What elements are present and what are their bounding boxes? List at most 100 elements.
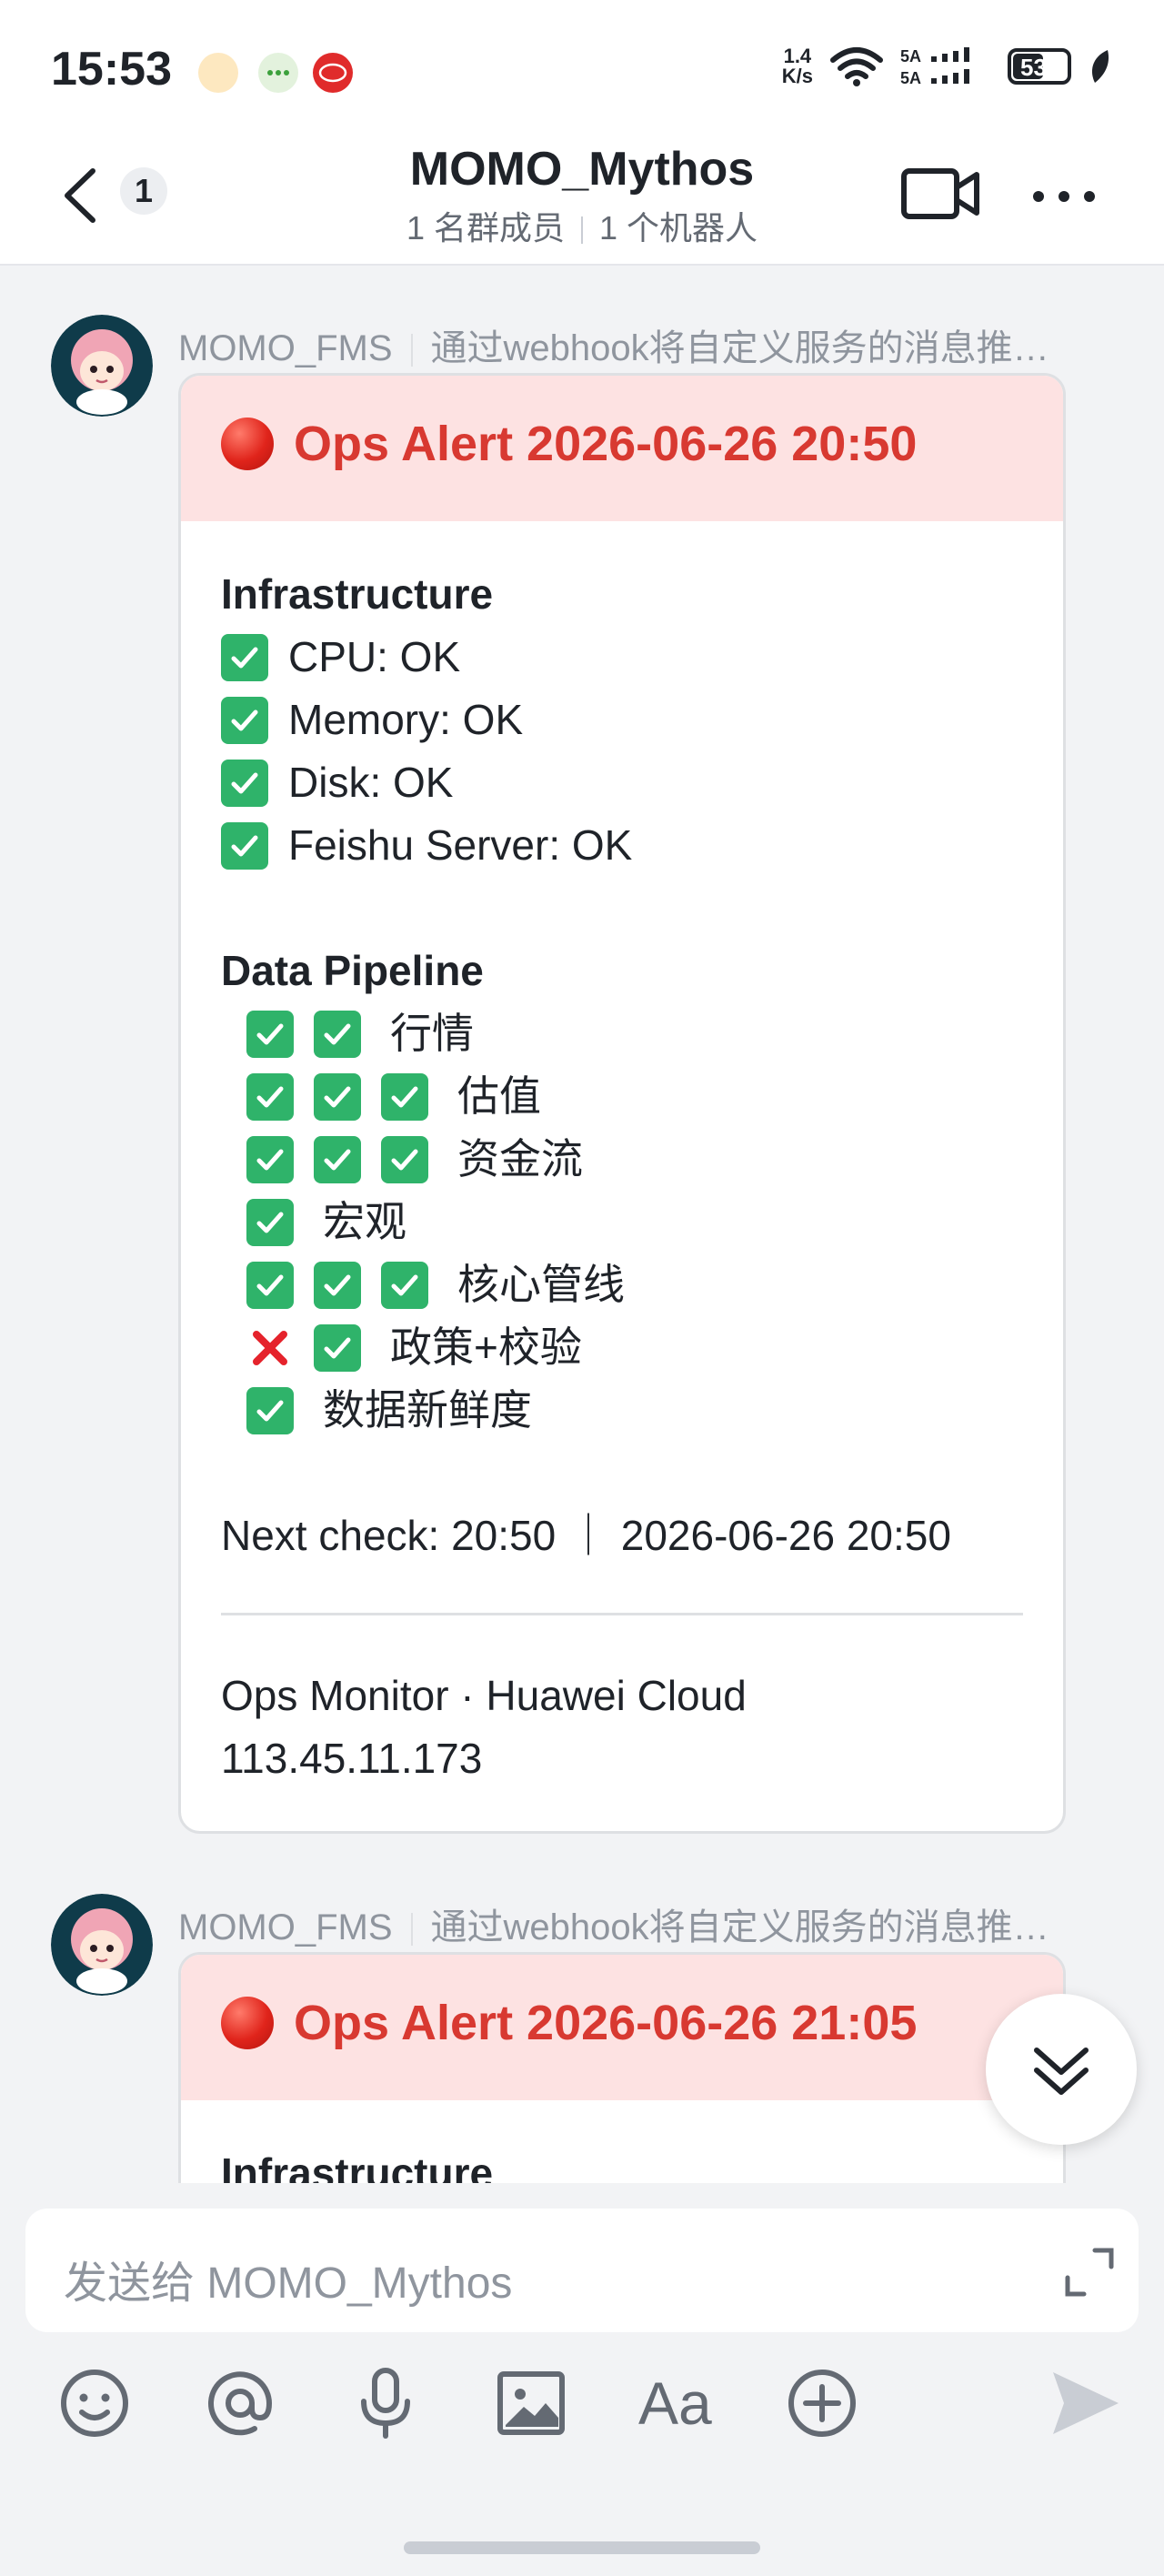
- alert-title: Ops Alert 2026-06-26 21:05: [221, 1995, 917, 2051]
- chat-title[interactable]: MOMO_Mythos: [0, 142, 1164, 196]
- pipeline-item: 数据新鲜度: [221, 1379, 1023, 1442]
- double-chevron-down-icon: [1034, 2048, 1089, 2095]
- pipeline-item-label: 核心管线: [457, 1261, 625, 1308]
- data-pipeline-heading: Data Pipeline: [221, 947, 484, 994]
- status-time: 15:53: [51, 43, 172, 96]
- signal-icon: 5A 5A: [900, 47, 969, 87]
- video-call-button[interactable]: [900, 162, 982, 226]
- infrastructure-item: CPU: OK: [221, 626, 1023, 689]
- status-bar: 15:53 1.4 K/s 5A 5A 53: [0, 0, 1164, 136]
- infrastructure-heading: Infrastructure: [221, 570, 494, 618]
- infrastructure-item-label: Memory: OK: [288, 696, 524, 743]
- plus-circle-icon[interactable]: [784, 2365, 860, 2441]
- pipeline-item-label: 行情: [390, 1010, 474, 1057]
- check-mark-icon: [314, 1010, 361, 1058]
- sender-name[interactable]: MOMO_FMS: [178, 1907, 393, 1947]
- member-count: 1 名群成员: [406, 209, 565, 247]
- check-mark-icon: [221, 696, 268, 744]
- bot-count: 1 个机器人: [599, 209, 758, 247]
- check-mark-icon: [221, 821, 268, 870]
- check-mark-icon: [381, 1135, 428, 1183]
- message-input-placeholder: 发送给 MOMO_Mythos: [64, 2259, 513, 2308]
- network-speed: 1.4 K/s: [781, 45, 813, 87]
- check-mark-icon: [381, 1261, 428, 1309]
- check-mark-icon: [246, 1198, 294, 1246]
- sender-description: 通过webhook将自定义服务的消息推…: [430, 1907, 1049, 1947]
- pipeline-list: 行情估值资金流宏观核心管线政策+校验数据新鲜度: [221, 1002, 1023, 1442]
- pipeline-item: 资金流: [221, 1128, 1023, 1191]
- alert-title: Ops Alert 2026-06-26 20:50: [221, 416, 917, 472]
- sender-line: MOMO_FMS 通过webhook将自定义服务的消息推…: [178, 1897, 1106, 1950]
- alert-title-text: Ops Alert 2026-06-26 20:50: [294, 417, 918, 471]
- cross-mark-icon: [246, 1324, 294, 1372]
- check-mark-icon: [246, 1010, 294, 1058]
- send-icon[interactable]: [1048, 2365, 1124, 2441]
- pipeline-item: 行情: [221, 1002, 1023, 1065]
- sender-description: 通过webhook将自定义服务的消息推…: [430, 328, 1049, 368]
- check-mark-icon: [314, 1072, 361, 1121]
- leaf-icon: [1091, 50, 1109, 83]
- svg-text:5A: 5A: [900, 69, 921, 87]
- composer-area: 发送给 MOMO_Mythos Aa: [0, 2183, 1164, 2576]
- message-input[interactable]: 发送给 MOMO_Mythos: [25, 2209, 1139, 2332]
- pipeline-item-label: 估值: [457, 1072, 541, 1120]
- check-mark-icon: [314, 1135, 361, 1183]
- weather-icon: [198, 53, 238, 93]
- check-mark-icon: [314, 1323, 361, 1372]
- check-mark-icon: [221, 759, 268, 807]
- infrastructure-item-label: CPU: OK: [288, 633, 461, 680]
- infrastructure-item: Disk: OK: [221, 751, 1023, 814]
- sender-line: MOMO_FMS 通过webhook将自定义服务的消息推…: [178, 318, 1106, 371]
- pipeline-item-label: 资金流: [457, 1135, 583, 1182]
- card-divider: [221, 1613, 1023, 1615]
- check-mark-icon: [246, 1386, 294, 1434]
- battery-icon: 53: [1008, 48, 1071, 85]
- pipeline-item: 估值: [221, 1065, 1023, 1128]
- wifi-icon: [830, 47, 883, 86]
- alert-title-text: Ops Alert 2026-06-26 21:05: [294, 1996, 918, 2050]
- check-mark-icon: [246, 1135, 294, 1183]
- pipeline-item: 核心管线: [221, 1253, 1023, 1316]
- text-format-icon[interactable]: Aa: [638, 2365, 729, 2441]
- sender-name[interactable]: MOMO_FMS: [178, 328, 393, 368]
- next-check-text: Next check: 20:50 ｜ 2026-06-26 20:50: [221, 1512, 951, 1559]
- more-options-button[interactable]: [1028, 169, 1100, 224]
- chat-subtitle[interactable]: 1 名群成员 1 个机器人: [0, 202, 1164, 249]
- red-circle-icon: [221, 418, 274, 470]
- composer-toolbar: Aa: [0, 2365, 1164, 2456]
- avatar[interactable]: [51, 315, 153, 417]
- status-icons: 1.4 K/s 5A 5A 53: [782, 45, 1113, 87]
- footer-line-1: Ops Monitor · Huawei Cloud: [221, 1672, 747, 1719]
- pipeline-item: 政策+校验: [221, 1316, 1023, 1379]
- infrastructure-item: Memory: OK: [221, 689, 1023, 751]
- infrastructure-item-label: Disk: OK: [288, 759, 454, 806]
- pipeline-item: 宏观: [221, 1191, 1023, 1253]
- alert-card-body: Infrastructure CPU: OK Memory: OK Disk: OK…: [181, 521, 1063, 1790]
- scroll-to-bottom-button[interactable]: [986, 1994, 1137, 2145]
- infrastructure-item-label: Feishu Server: OK: [288, 821, 633, 869]
- emoji-icon[interactable]: [56, 2365, 133, 2441]
- chat-header: 1 MOMO_Mythos 1 名群成员 1 个机器人: [0, 136, 1164, 266]
- pipeline-item-label: 宏观: [323, 1198, 406, 1245]
- microphone-icon[interactable]: [347, 2365, 424, 2441]
- check-mark-icon: [381, 1072, 428, 1121]
- chat-icon: [258, 53, 298, 93]
- byd-app-icon: [313, 53, 353, 93]
- image-icon[interactable]: [493, 2365, 569, 2441]
- home-indicator[interactable]: [404, 2541, 760, 2554]
- alert-card: Ops Alert 2026-06-26 20:50 Infrastructur…: [178, 373, 1066, 1834]
- footer-line-2: 113.45.11.173: [221, 1735, 483, 1782]
- red-circle-icon: [221, 1997, 274, 2049]
- expand-icon[interactable]: [1062, 2245, 1117, 2299]
- battery-level: 53: [1020, 54, 1047, 81]
- infrastructure-item: Feishu Server: OK: [221, 814, 1023, 877]
- infrastructure-list: CPU: OK Memory: OK Disk: OK Feishu Server: …: [221, 626, 1023, 877]
- check-mark-icon: [221, 633, 268, 681]
- svg-text:5A: 5A: [900, 47, 921, 65]
- pipeline-item-label: 数据新鲜度: [323, 1386, 532, 1434]
- alert-card-header: Ops Alert 2026-06-26 21:05: [181, 1955, 1063, 2100]
- check-mark-icon: [314, 1261, 361, 1309]
- at-icon[interactable]: [202, 2365, 278, 2441]
- check-mark-icon: [246, 1072, 294, 1121]
- avatar[interactable]: [51, 1894, 153, 1996]
